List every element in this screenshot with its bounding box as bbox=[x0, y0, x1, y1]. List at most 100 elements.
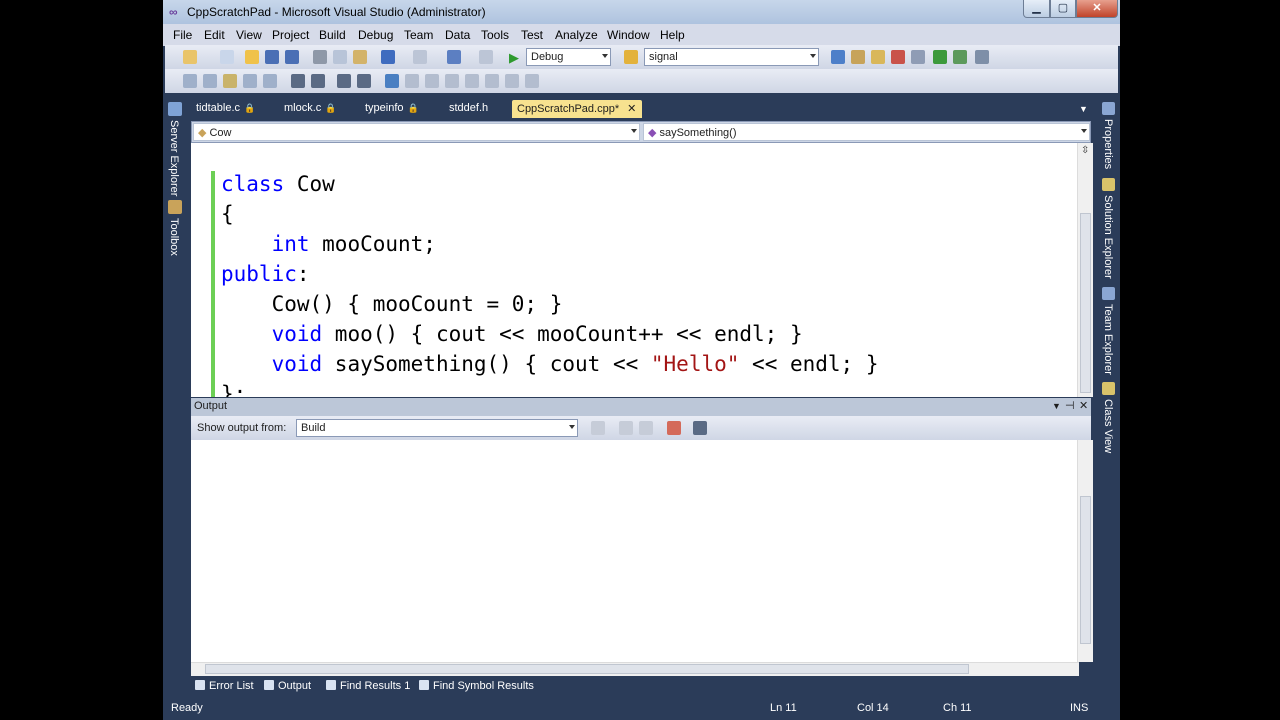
split-icon[interactable]: ⇳ bbox=[1081, 145, 1089, 156]
decrease-indent-icon[interactable] bbox=[291, 74, 305, 88]
parameter-info-icon[interactable] bbox=[203, 74, 217, 88]
toggle-word-wrap-icon[interactable] bbox=[693, 421, 707, 435]
copy-icon[interactable] bbox=[333, 50, 347, 64]
find-in-files-icon[interactable] bbox=[624, 50, 638, 64]
close-tab-icon[interactable]: ✕ bbox=[627, 103, 636, 115]
code-text: : bbox=[296, 262, 310, 286]
output-hscroll-thumb[interactable] bbox=[205, 664, 969, 674]
output-pane[interactable] bbox=[191, 440, 1079, 662]
next-bookmark-icon[interactable] bbox=[425, 74, 439, 88]
open-file-icon[interactable] bbox=[245, 50, 259, 64]
tab-stddef[interactable]: stddef.h bbox=[444, 100, 494, 118]
solution-explorer-icon[interactable] bbox=[831, 50, 845, 64]
window-position-icon[interactable]: ▼ bbox=[1052, 401, 1061, 411]
toggle-bookmark-icon[interactable] bbox=[385, 74, 399, 88]
type-dropdown[interactable]: ◆ Cow bbox=[193, 123, 640, 141]
word-wrap-icon[interactable] bbox=[263, 74, 277, 88]
auto-hide-icon[interactable]: ⊣ bbox=[1065, 399, 1075, 412]
tab-label: Find Results 1 bbox=[340, 680, 411, 692]
output-horizontal-scrollbar[interactable] bbox=[191, 662, 1079, 676]
solution-explorer-tab[interactable]: Solution Explorer bbox=[1102, 195, 1114, 279]
next-bookmark-doc-icon[interactable] bbox=[505, 74, 519, 88]
tab-output[interactable]: Output bbox=[264, 680, 311, 692]
menu-help[interactable]: Help bbox=[660, 28, 685, 42]
team-explorer-tab[interactable]: Team Explorer bbox=[1102, 304, 1114, 375]
object-browser-icon[interactable] bbox=[871, 50, 885, 64]
previous-bookmark-icon[interactable] bbox=[405, 74, 419, 88]
find-combo[interactable]: signal bbox=[644, 48, 819, 66]
output-source-dropdown[interactable]: Build bbox=[296, 419, 578, 437]
save-all-icon[interactable] bbox=[285, 50, 299, 64]
output-scroll-thumb[interactable] bbox=[1080, 496, 1091, 644]
save-icon[interactable] bbox=[265, 50, 279, 64]
configuration-dropdown[interactable]: Debug bbox=[526, 48, 611, 66]
uncomment-icon[interactable] bbox=[357, 74, 371, 88]
menu-file[interactable]: File bbox=[173, 28, 192, 42]
tab-find-results-1[interactable]: Find Results 1 bbox=[326, 680, 410, 692]
previous-bookmark-folder-icon[interactable] bbox=[445, 74, 459, 88]
cut-icon[interactable] bbox=[313, 50, 327, 64]
undo-icon[interactable] bbox=[381, 50, 395, 64]
close-output-icon[interactable]: ✕ bbox=[1079, 399, 1088, 412]
tab-cppscratchpad[interactable]: CppScratchPad.cpp* ✕ bbox=[512, 100, 643, 118]
next-message-icon[interactable] bbox=[639, 421, 653, 435]
editor-scroll-thumb[interactable] bbox=[1080, 213, 1091, 393]
menu-data[interactable]: Data bbox=[445, 28, 470, 42]
navigate-forward-icon[interactable] bbox=[479, 50, 493, 64]
menu-edit[interactable]: Edit bbox=[204, 28, 225, 42]
menu-analyze[interactable]: Analyze bbox=[555, 28, 598, 42]
tab-overflow-icon[interactable]: ▼ bbox=[1079, 104, 1088, 114]
next-bookmark-folder-icon[interactable] bbox=[465, 74, 479, 88]
comment-icon[interactable] bbox=[337, 74, 351, 88]
new-project-icon[interactable] bbox=[183, 50, 197, 64]
editor-vertical-scrollbar[interactable]: ⇳ bbox=[1077, 143, 1093, 397]
menu-window[interactable]: Window bbox=[607, 28, 650, 42]
tab-typeinfo[interactable]: typeinfo 🔒 bbox=[360, 100, 425, 118]
menu-build[interactable]: Build bbox=[319, 28, 346, 42]
status-char: Ch 11 bbox=[943, 702, 972, 714]
member-dropdown[interactable]: ◆ saySomething() bbox=[643, 123, 1090, 141]
complete-word-icon[interactable] bbox=[243, 74, 257, 88]
member-list-icon[interactable] bbox=[183, 74, 197, 88]
minimize-button[interactable]: ▁ bbox=[1023, 0, 1050, 18]
menu-tools[interactable]: Tools bbox=[481, 28, 509, 42]
increase-indent-icon[interactable] bbox=[311, 74, 325, 88]
tab-find-symbol-results[interactable]: Find Symbol Results bbox=[419, 680, 534, 692]
class-view-tab[interactable]: Class View bbox=[1102, 399, 1114, 453]
tab-error-list[interactable]: Error List bbox=[195, 680, 254, 692]
previous-message-icon[interactable] bbox=[619, 421, 633, 435]
server-explorer-tab[interactable]: Server Explorer bbox=[168, 120, 180, 196]
menu-project[interactable]: Project bbox=[272, 28, 309, 42]
navigation-bar: ◆ Cow ◆ saySomething() bbox=[191, 121, 1091, 143]
toolbox-tab[interactable]: Toolbox bbox=[168, 218, 180, 256]
change-tracking-bar bbox=[211, 171, 215, 397]
output-vertical-scrollbar[interactable] bbox=[1077, 440, 1093, 662]
tools-icon[interactable] bbox=[911, 50, 925, 64]
properties-tab[interactable]: Properties bbox=[1102, 119, 1114, 169]
menu-team[interactable]: Team bbox=[404, 28, 433, 42]
options-icon[interactable] bbox=[975, 50, 989, 64]
paste-icon[interactable] bbox=[353, 50, 367, 64]
add-item-icon[interactable] bbox=[220, 50, 234, 64]
navigate-backward-icon[interactable] bbox=[447, 50, 461, 64]
redo-icon[interactable] bbox=[413, 50, 427, 64]
menu-test[interactable]: Test bbox=[521, 28, 543, 42]
quick-info-icon[interactable] bbox=[223, 74, 237, 88]
start-debugging-icon[interactable]: ▶ bbox=[509, 50, 519, 66]
lock-icon: 🔒 bbox=[325, 103, 337, 113]
properties-icon[interactable] bbox=[851, 50, 865, 64]
menu-debug[interactable]: Debug bbox=[358, 28, 393, 42]
extension-manager-icon[interactable] bbox=[953, 50, 967, 64]
previous-bookmark-doc-icon[interactable] bbox=[485, 74, 499, 88]
go-to-message-icon[interactable] bbox=[591, 421, 605, 435]
start-page-icon[interactable] bbox=[933, 50, 947, 64]
clear-bookmarks-icon[interactable] bbox=[525, 74, 539, 88]
maximize-button[interactable]: ▢ bbox=[1050, 0, 1076, 18]
clear-all-icon[interactable] bbox=[667, 421, 681, 435]
close-window-button[interactable]: ✕ bbox=[1076, 0, 1118, 18]
code-editor[interactable]: class Cow{ int mooCount; public: Cow() { … bbox=[191, 143, 1079, 397]
toolbox-icon[interactable] bbox=[891, 50, 905, 64]
tab-mlock[interactable]: mlock.c 🔒 bbox=[279, 100, 343, 118]
tab-tidtable[interactable]: tidtable.c 🔒 bbox=[191, 100, 261, 118]
menu-view[interactable]: View bbox=[236, 28, 262, 42]
